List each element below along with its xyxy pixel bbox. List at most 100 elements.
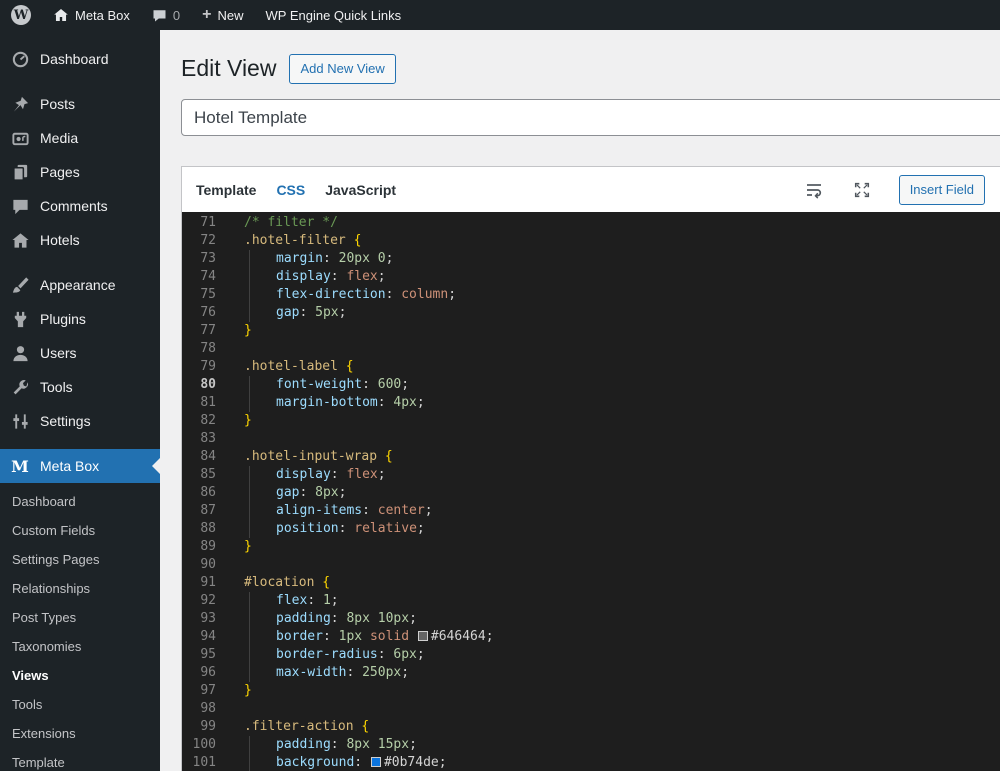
code-line[interactable]: 76 gap: 5px;	[182, 304, 1000, 323]
sidebar-item-appearance[interactable]: Appearance	[0, 268, 160, 302]
submenu-item-views[interactable]: Views	[0, 661, 160, 690]
code-line[interactable]: 85 display: flex;	[182, 466, 1000, 485]
color-swatch[interactable]	[417, 631, 428, 642]
add-new-view-button[interactable]: Add New View	[289, 54, 396, 85]
sidebar-item-meta-box[interactable]: M Meta Box	[0, 449, 160, 483]
code-token: column	[401, 287, 449, 303]
code-line[interactable]: 98	[182, 700, 1000, 718]
code-line[interactable]: 100 padding: 8px 15px;	[182, 736, 1000, 755]
wp-logo-button[interactable]: W	[0, 0, 42, 30]
submenu-item-relationships[interactable]: Relationships	[0, 574, 160, 603]
submenu-item-settings-pages[interactable]: Settings Pages	[0, 545, 160, 574]
sidebar-item-users[interactable]: Users	[0, 336, 160, 370]
indent-guide	[244, 466, 276, 485]
insert-field-button[interactable]: Insert Field	[898, 174, 985, 205]
wp-engine-quick-links-menu[interactable]: WP Engine Quick Links	[255, 0, 413, 30]
code-line[interactable]: 86 gap: 8px;	[182, 484, 1000, 503]
code-token: display	[276, 467, 331, 483]
sidebar-item-media[interactable]: Media	[0, 121, 160, 155]
sidebar-item-tools[interactable]: Tools	[0, 370, 160, 404]
code-line[interactable]: 82}	[182, 412, 1000, 430]
code-line[interactable]: 93 padding: 8px 10px;	[182, 610, 1000, 629]
code-line[interactable]: 89}	[182, 538, 1000, 556]
submenu-item-tools[interactable]: Tools	[0, 690, 160, 719]
word-wrap-icon[interactable]	[803, 179, 825, 201]
sidebar-item-dashboard[interactable]: Dashboard	[0, 42, 160, 76]
code-token: #646464	[430, 629, 486, 645]
code-token: .hotel-input-wrap	[244, 449, 378, 465]
comments-icon	[10, 196, 30, 216]
site-name-label: Meta Box	[75, 7, 130, 23]
code-line[interactable]: 94 border: 1px solid #646464;	[182, 628, 1000, 647]
site-name-menu[interactable]: Meta Box	[42, 0, 141, 30]
code-token: :	[362, 377, 378, 393]
code-token: 6px	[393, 647, 417, 663]
sidebar-item-pages[interactable]: Pages	[0, 155, 160, 189]
code-line[interactable]: 72 .hotel-filter {	[182, 232, 1000, 250]
sidebar-item-hotels[interactable]: Hotels	[0, 223, 160, 257]
fullscreen-icon[interactable]	[851, 179, 873, 201]
code-line[interactable]: 95 border-radius: 6px;	[182, 646, 1000, 665]
line-number: 99	[200, 719, 216, 735]
code-line[interactable]: 83	[182, 430, 1000, 448]
code-token: :	[346, 665, 363, 681]
code-line[interactable]: 88 position: relative;	[182, 520, 1000, 539]
code-line[interactable]: 101 background: #0b74de;	[182, 754, 1000, 771]
code-line[interactable]: 73 margin: 20px 0;	[182, 250, 1000, 269]
metabox-submenu: Dashboard Custom Fields Settings Pages Rela…	[0, 483, 160, 771]
code-line[interactable]: 87 align-items: center;	[182, 502, 1000, 521]
sidebar-item-plugins[interactable]: Plugins	[0, 302, 160, 336]
code-token: :	[377, 647, 394, 663]
code-line[interactable]: 71 /* filter */	[182, 214, 1000, 232]
sidebar-item-settings[interactable]: Settings	[0, 404, 160, 438]
view-name-input[interactable]	[181, 99, 1000, 137]
tabs-container: Template CSS JavaScript	[196, 182, 396, 198]
comments-menu[interactable]: 0	[141, 0, 191, 30]
code-line[interactable]: 90	[182, 556, 1000, 574]
code-token: background	[276, 755, 355, 771]
code-token: ;	[438, 755, 447, 771]
new-content-menu[interactable]: + New	[191, 0, 254, 30]
color-swatch[interactable]	[370, 757, 381, 768]
code-line[interactable]: 74 display: flex;	[182, 268, 1000, 287]
code-token: }	[244, 413, 252, 429]
submenu-item-post-types[interactable]: Post Types	[0, 603, 160, 632]
indent-guide	[244, 250, 276, 269]
code-token: }	[244, 539, 252, 555]
users-icon	[10, 343, 30, 363]
code-line[interactable]: 96 max-width: 250px;	[182, 664, 1000, 683]
sidebar-item-label: Meta Box	[40, 458, 100, 474]
indent-guide	[244, 610, 276, 629]
line-number: 83	[200, 431, 216, 447]
submenu-item-custom-fields[interactable]: Custom Fields	[0, 516, 160, 545]
line-number: 87	[200, 503, 216, 519]
sidebar-item-posts[interactable]: Posts	[0, 87, 160, 121]
tab-css[interactable]: CSS	[276, 182, 305, 198]
submenu-item-template[interactable]: Template	[0, 748, 160, 771]
sidebar-item-comments[interactable]: Comments	[0, 189, 160, 223]
code-line[interactable]: 79 .hotel-label {	[182, 358, 1000, 376]
tab-javascript[interactable]: JavaScript	[325, 182, 396, 198]
line-number: 74	[200, 269, 216, 285]
submenu-item-dashboard[interactable]: Dashboard	[0, 487, 160, 516]
code-line[interactable]: 75 flex-direction: column;	[182, 286, 1000, 305]
code-token: font-weight	[276, 377, 363, 393]
submenu-item-taxonomies[interactable]: Taxonomies	[0, 632, 160, 661]
code-line[interactable]: 91 #location {	[182, 574, 1000, 592]
code-line[interactable]: 99 .filter-action {	[182, 718, 1000, 736]
code-line[interactable]: 77}	[182, 322, 1000, 340]
code-line[interactable]: 92 flex: 1;	[182, 592, 1000, 611]
code-line[interactable]: 81 margin-bottom: 4px;	[182, 394, 1000, 413]
tab-template[interactable]: Template	[196, 182, 256, 198]
code-line[interactable]: 80 font-weight: 600;	[182, 376, 1000, 395]
line-number: 90	[200, 557, 216, 573]
code-token: :	[322, 629, 339, 645]
submenu-item-extensions[interactable]: Extensions	[0, 719, 160, 748]
code-line[interactable]: 78	[182, 340, 1000, 358]
code-line[interactable]: 84 .hotel-input-wrap {	[182, 448, 1000, 466]
css-code-editor[interactable]: 71 /* filter */ 72 .hotel-filter {73 margin:…	[182, 212, 1000, 771]
code-line[interactable]: 97}	[182, 682, 1000, 700]
code-token: 1px	[338, 629, 363, 645]
